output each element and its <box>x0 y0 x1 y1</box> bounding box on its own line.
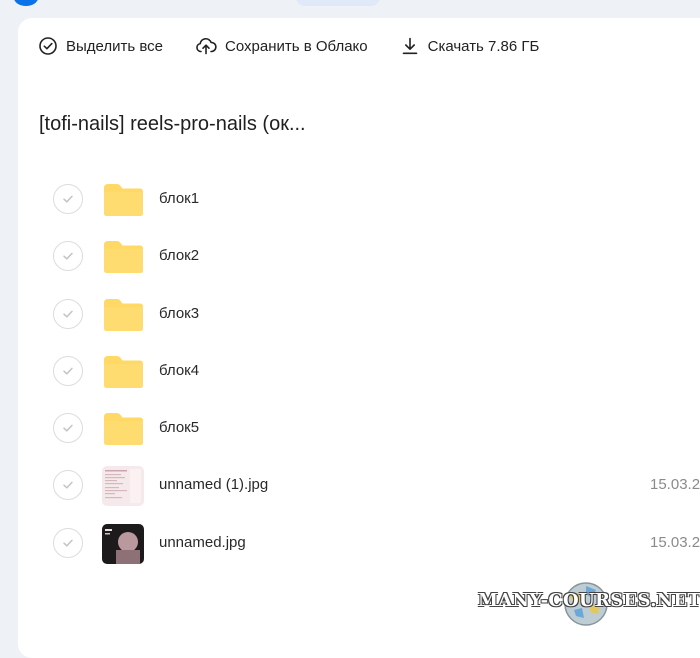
folder-icon <box>102 409 144 449</box>
folder-title: [tofi-nails] reels-pro-nails (ок... <box>39 113 306 135</box>
folder-icon <box>102 352 144 392</box>
list-item[interactable]: блок5 <box>18 401 700 458</box>
folder-icon <box>102 180 144 220</box>
save-to-cloud-button[interactable]: Сохранить в Облако <box>195 36 368 56</box>
file-date: 15.03.24 <box>650 476 700 494</box>
top-bar <box>0 0 700 18</box>
row-checkbox[interactable] <box>53 413 83 444</box>
top-tab[interactable] <box>296 0 380 6</box>
file-name: блок4 <box>159 361 200 379</box>
list-item[interactable]: блок2 <box>18 229 700 286</box>
list-item[interactable]: блок1 <box>18 172 700 229</box>
file-name: unnamed.jpg <box>159 533 246 551</box>
list-item[interactable]: unnamed.jpg 15.03.24 <box>18 516 700 573</box>
list-item[interactable]: unnamed (1).jpg 15.03.24 <box>18 458 700 515</box>
download-icon <box>400 36 420 56</box>
row-checkbox[interactable] <box>53 241 83 272</box>
row-checkbox[interactable] <box>53 527 83 558</box>
list-item[interactable]: блок3 <box>18 287 700 344</box>
watermark-text: MANY-COURSES.NET <box>478 590 700 611</box>
file-name: блок1 <box>159 190 200 207</box>
row-checkbox[interactable] <box>53 298 83 329</box>
row-checkbox[interactable] <box>53 470 83 501</box>
file-name: блок2 <box>159 247 200 265</box>
select-all-label: Выделить все <box>66 37 164 55</box>
row-checkbox[interactable] <box>53 184 83 214</box>
file-name: блок3 <box>159 304 200 322</box>
image-thumbnail <box>102 466 144 507</box>
folder-icon <box>102 295 144 335</box>
row-checkbox[interactable] <box>53 355 83 386</box>
file-date: 15.03.24 <box>650 533 700 551</box>
file-name: блок5 <box>159 419 200 437</box>
image-thumbnail <box>102 523 144 564</box>
select-all-button[interactable]: Выделить все <box>38 36 163 56</box>
check-circle-icon <box>38 36 58 56</box>
app-logo[interactable] <box>14 0 38 6</box>
download-label: Скачать 7.86 ГБ <box>427 37 540 55</box>
save-to-cloud-label: Сохранить в Облако <box>225 37 368 55</box>
list-item[interactable]: блок4 <box>18 344 700 401</box>
file-list: блок1 блок2 блок3 блок4 блок5 unnamed (1… <box>18 172 700 573</box>
toolbar: Выделить все Сохранить в Облако Скачать … <box>38 32 571 60</box>
download-button[interactable]: Скачать 7.86 ГБ <box>400 36 540 56</box>
file-panel: Выделить все Сохранить в Облако Скачать … <box>18 18 700 658</box>
cloud-upload-icon <box>195 36 217 56</box>
file-name: unnamed (1).jpg <box>159 476 269 494</box>
folder-icon <box>102 237 144 277</box>
